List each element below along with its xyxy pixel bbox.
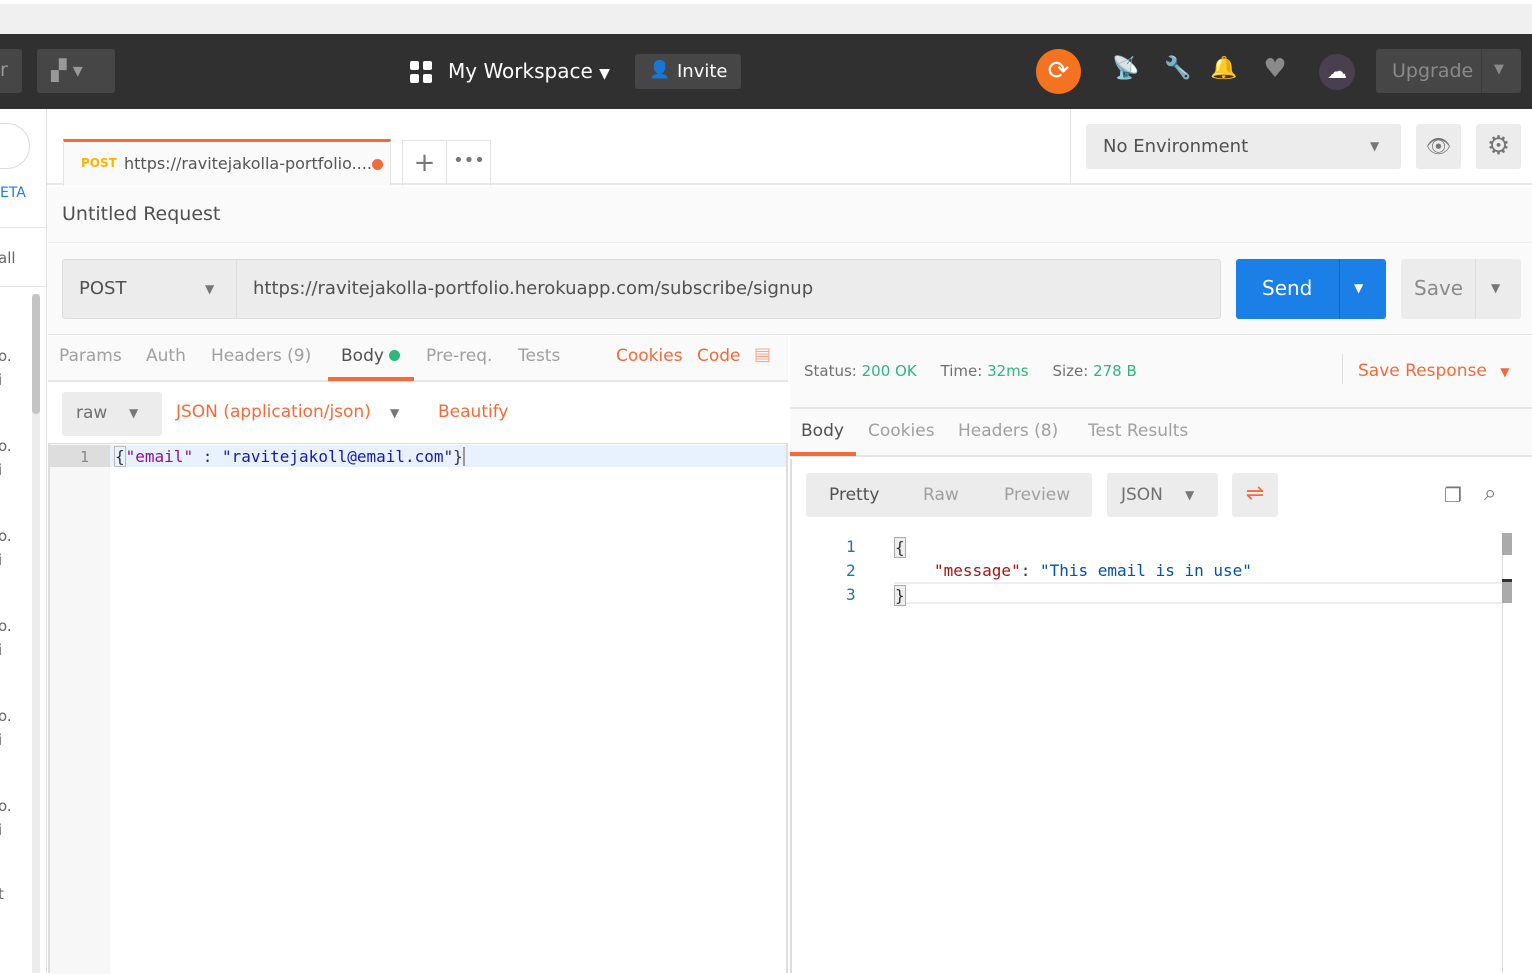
cloud-icon[interactable]: ☁	[1319, 54, 1355, 90]
copy-icon[interactable]: ❐	[1444, 483, 1462, 507]
body-mode-selector[interactable]: raw ▼	[62, 392, 162, 436]
chevron-down-icon: ▼	[1185, 488, 1195, 502]
response-tabs: Body Cookies Headers (8) Test Results	[790, 409, 1532, 457]
cookies-link[interactable]: Cookies	[616, 346, 683, 366]
request-name[interactable]: Untitled Request	[62, 203, 220, 225]
chevron-down-icon: ▼	[1500, 365, 1510, 379]
chevron-down-icon: ▼	[129, 406, 139, 420]
new-window-icon: ▞ ▾	[51, 58, 83, 82]
gutter	[50, 444, 110, 974]
workspace-label: My Workspace	[448, 59, 593, 83]
active-tab-indicator	[790, 452, 856, 456]
active-tab-indicator	[328, 377, 414, 381]
add-user-icon: 👤	[649, 60, 671, 80]
request-body-editor[interactable]: 1 {"email" : "ravitejakoll@email.com"}	[48, 443, 788, 974]
bell-icon[interactable]: 🔔	[1210, 56, 1238, 81]
window-top-strip	[0, 0, 1532, 34]
workspace-grid-icon	[410, 61, 432, 83]
chevron-down-icon: ▼	[1494, 62, 1504, 77]
beautify-button[interactable]: Beautify	[438, 402, 508, 422]
upgrade-button[interactable]: Upgrade ▼	[1376, 49, 1521, 93]
tab-body[interactable]: Body	[341, 346, 401, 366]
tab-auth[interactable]: Auth	[146, 346, 186, 366]
wrench-icon[interactable]: 🔧	[1164, 56, 1192, 81]
import-button[interactable]: r	[0, 49, 22, 93]
code-link[interactable]: Code	[697, 346, 741, 366]
view-pretty[interactable]: Pretty	[829, 485, 879, 505]
method-selector[interactable]: POST ▼	[63, 260, 237, 318]
tab-test-results[interactable]: Test Results	[1088, 421, 1188, 441]
tab-params[interactable]: Params	[59, 346, 122, 366]
tab-prereq[interactable]: Pre-req.	[426, 346, 492, 366]
body-indicator-dot	[389, 350, 401, 361]
send-button[interactable]: Send ▼	[1236, 259, 1386, 319]
new-tab-button[interactable]: +	[403, 141, 447, 185]
sidebar-search[interactable]	[0, 123, 30, 169]
more-options-icon[interactable]: •••	[447, 141, 491, 185]
chevron-down-icon: ▼	[205, 282, 215, 296]
save-button[interactable]: Save ▼	[1401, 259, 1521, 319]
code-line: "message": "This email is in use"	[934, 561, 1252, 580]
response-body-viewer[interactable]: 1 2 3 { "message": "This email is in use…	[792, 533, 1512, 973]
invite-button[interactable]: 👤 Invite	[635, 54, 741, 89]
chevron-down-icon: ▼	[1370, 139, 1380, 153]
view-preview[interactable]: Preview	[1004, 485, 1070, 505]
chevron-down-icon[interactable]: ▼	[390, 406, 399, 420]
environment-selector[interactable]: No Environment ▼	[1086, 124, 1401, 169]
chevron-down-icon: ▼	[1491, 281, 1501, 295]
format-selector[interactable]: JSON ▼	[1107, 473, 1218, 517]
tab-response-cookies[interactable]: Cookies	[868, 421, 935, 441]
tab-response-headers[interactable]: Headers (8)	[958, 421, 1058, 441]
comment-icon[interactable]: ▤	[754, 344, 771, 365]
request-tabs: Params Auth Headers (9) Body Pre-req. Te…	[48, 336, 788, 382]
wrap-lines-icon[interactable]: ⇌	[1232, 473, 1278, 517]
tab-response-body[interactable]: Body	[801, 421, 844, 441]
url-input[interactable]: https://ravitejakolla-portfolio.herokuap…	[253, 278, 813, 299]
view-raw[interactable]: Raw	[923, 485, 959, 505]
response-meta: Status: 200 OK Time: 32ms Size: 278 B Sa…	[790, 336, 1532, 409]
new-window-button[interactable]: ▞ ▾	[37, 49, 115, 93]
sidebar: ETA all o.i o.i o.i o.i o.i o.i t	[0, 109, 47, 973]
response-scrollbar[interactable]	[1502, 533, 1512, 973]
request-tab[interactable]: POST https://ravitejakolla-portfolio....	[63, 139, 391, 186]
tab-tests[interactable]: Tests	[518, 346, 560, 366]
satellite-icon[interactable]: 📡	[1112, 56, 1140, 81]
app-header: r ▞ ▾ My Workspace ▼ 👤 Invite ⟳ 📡 🔧 🔔 ♥ ☁…	[0, 34, 1532, 109]
search-icon[interactable]: ⌕	[1484, 481, 1496, 506]
heart-icon[interactable]: ♥	[1261, 54, 1289, 84]
workspace-selector[interactable]: My Workspace ▼	[448, 59, 610, 83]
sync-icon[interactable]: ⟳	[1036, 49, 1081, 94]
response-stats: Status: 200 OK Time: 32ms Size: 278 B	[804, 362, 1137, 380]
unsaved-dot	[372, 159, 383, 170]
tab-headers[interactable]: Headers (9)	[211, 346, 311, 366]
chevron-down-icon: ▼	[1354, 281, 1364, 295]
view-mode-toggle: Pretty Raw Preview	[806, 473, 1092, 517]
content-type-selector[interactable]: JSON (application/json)	[176, 402, 371, 422]
gear-icon[interactable]: ⚙	[1476, 124, 1521, 169]
request-tab-bar: POST https://ravitejakolla-portfolio....…	[47, 109, 1532, 186]
save-response-button[interactable]: Save Response ▼	[1358, 361, 1509, 381]
sidebar-scrollbar[interactable]	[32, 294, 40, 973]
eye-icon[interactable]: 👁	[1416, 124, 1461, 169]
chevron-down-icon: ▼	[599, 66, 610, 82]
code-line: {"email" : "ravitejakoll@email.com"}	[114, 446, 465, 467]
